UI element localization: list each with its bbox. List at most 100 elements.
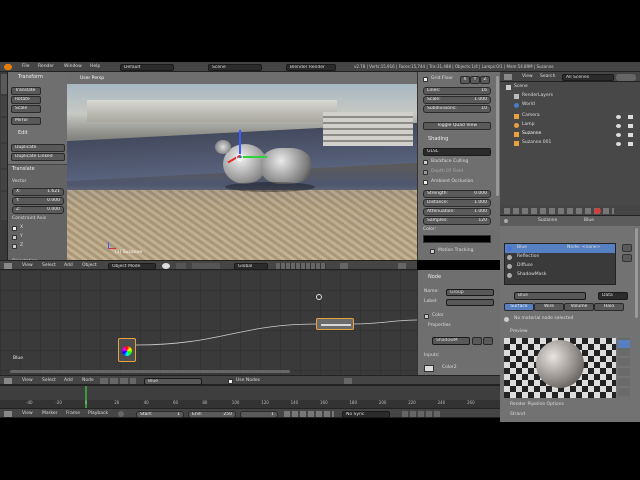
material-name-field[interactable]: Blue (514, 292, 586, 300)
material-link-dropdown[interactable]: Data (598, 292, 628, 300)
shading-mode-dropdown[interactable]: GLSL (423, 148, 491, 156)
pivot-icon[interactable] (176, 263, 186, 269)
motion-tracking-label[interactable]: Motion Tracking (438, 248, 473, 254)
viewport-menu-view[interactable]: View (22, 262, 33, 270)
ao-samples-field[interactable]: Samples: 120 (423, 217, 491, 225)
node-material-dropdown[interactable]: Blue (144, 378, 202, 385)
duplicate-button[interactable]: Duplicate (11, 144, 65, 152)
group-fake-user-button[interactable] (472, 337, 482, 345)
menu-window[interactable]: Window (64, 63, 82, 71)
outliner-row-suzanne-001[interactable]: Suzanne.001 (502, 140, 636, 148)
edit-header[interactable]: Edit (18, 129, 28, 137)
constraint-z-checkbox[interactable] (12, 244, 17, 249)
tab-tools[interactable] (1, 74, 7, 94)
grid-axis-y-button[interactable]: Y (470, 76, 480, 84)
current-frame-field[interactable]: 1 (240, 411, 278, 418)
material-slot-row[interactable]: Blue Node: <none> (505, 244, 615, 253)
outliner-row-camera[interactable]: Camera (502, 113, 636, 121)
gizmo-center-icon[interactable] (236, 154, 243, 161)
sync-dropdown[interactable]: No Sync (342, 411, 390, 418)
backface-culling-checkbox[interactable] (423, 160, 428, 165)
timeline-menu-marker[interactable]: Marker (42, 410, 58, 418)
grid-lines-field[interactable]: Lines: 16 (423, 87, 491, 95)
operator-header[interactable]: Translate (12, 165, 35, 173)
render-camera-icon[interactable] (628, 133, 633, 137)
preview-header[interactable]: Preview (510, 329, 528, 335)
node-label-field[interactable] (446, 299, 494, 306)
transform-header[interactable]: Transform (18, 73, 43, 81)
constraint-x-checkbox[interactable] (12, 226, 17, 231)
outliner-filter-dropdown[interactable]: All Scenes (562, 74, 614, 81)
ao-color-swatch[interactable] (423, 235, 491, 243)
outliner-row-world[interactable]: World (502, 102, 622, 110)
timeline-menu-frame[interactable]: Frame (66, 410, 80, 418)
pin-icon[interactable] (504, 219, 508, 223)
viewport-shading-icon[interactable] (162, 263, 170, 269)
node-color-checkbox[interactable] (424, 314, 429, 319)
render-camera-icon[interactable] (628, 115, 633, 119)
outliner-editor-icon[interactable] (504, 74, 512, 80)
manipulator-icon[interactable] (192, 263, 220, 269)
node-group-dropdown[interactable]: ShadowM (432, 337, 470, 345)
node-menu-select[interactable]: Select (42, 377, 56, 385)
suzanne-object[interactable] (215, 138, 325, 198)
keying-icons[interactable] (402, 411, 442, 417)
node-tree-type-icons[interactable] (100, 378, 136, 384)
node-editor[interactable]: Blue (0, 270, 417, 375)
tab-animation[interactable] (1, 144, 7, 168)
constraint-y-checkbox[interactable] (12, 235, 17, 240)
timeline-editor-icon[interactable] (4, 411, 12, 417)
ao-distance-field[interactable]: Distance: 1.000 (423, 199, 491, 207)
halo-tab[interactable]: Halo (594, 303, 624, 311)
outliner-row-suzanne[interactable]: Suzanne (502, 131, 636, 139)
material-slot-row[interactable]: Reflection (505, 253, 615, 262)
menu-render[interactable]: Render (38, 63, 54, 71)
tab-grease-pencil[interactable] (1, 192, 7, 220)
start-frame-field[interactable]: Start: 1 (136, 411, 184, 418)
group-unlink-button[interactable] (483, 337, 493, 345)
material-slot-row[interactable]: ShadowMask (505, 271, 615, 280)
node-panel-header[interactable]: Node (428, 273, 441, 281)
vector-z-field[interactable]: Z: 0.000 (12, 206, 64, 214)
grid-scale-field[interactable]: Scale: 1.000 (423, 96, 491, 104)
node-properties-header[interactable]: Properties (428, 323, 451, 329)
render-engine-dropdown[interactable]: Blender Render (286, 64, 336, 71)
toggle-quad-view-button[interactable]: Toggle Quad View (423, 122, 491, 130)
duplicate-linked-button[interactable]: Duplicate Linked (11, 153, 65, 161)
strand-header[interactable]: Strand (510, 412, 525, 418)
ao-strength-field[interactable]: Strength: 0.000 (423, 190, 491, 198)
ao-attenuation-field[interactable]: Attenuation: 1.000 (423, 208, 491, 216)
slot-add-button[interactable] (622, 244, 632, 252)
vector-y-field[interactable]: Y: 0.000 (12, 197, 64, 205)
render-preview-icon[interactable] (398, 263, 406, 269)
node-link[interactable] (0, 270, 417, 375)
n-panel-scrollbar[interactable] (496, 76, 499, 196)
node-menu-node[interactable]: Node (82, 377, 94, 385)
viewport-3d[interactable]: User Persp (1) Suzanne (67, 72, 417, 260)
end-frame-field[interactable]: End: 250 (188, 411, 236, 418)
preview-sphere-icon[interactable] (618, 340, 630, 348)
record-icon[interactable] (118, 411, 124, 417)
material-tab-icon[interactable] (594, 208, 601, 214)
transform-gizmo-y-axis[interactable] (239, 156, 267, 158)
timeline-menu-view[interactable]: View (22, 410, 33, 418)
menu-help[interactable]: Help (90, 63, 100, 71)
grid-floor-checkbox[interactable] (423, 77, 428, 82)
visibility-eye-icon[interactable] (616, 133, 621, 137)
mode-dropdown[interactable]: Object Mode (108, 263, 156, 270)
grid-subdivisions-field[interactable]: Subdivisions: 10 (423, 105, 491, 113)
rotate-button[interactable]: Rotate (11, 96, 41, 104)
outliner-search-field[interactable] (616, 74, 636, 81)
tab-physics[interactable] (1, 170, 7, 190)
snap-icon[interactable] (340, 263, 348, 269)
node-menu-view[interactable]: View (22, 377, 33, 385)
material-slot-row[interactable]: Diffuse (505, 262, 615, 271)
use-nodes-checkbox[interactable] (228, 379, 233, 384)
node-input-color-swatch[interactable] (424, 365, 434, 372)
properties-scrollbar[interactable] (635, 228, 638, 318)
outliner-menu-search[interactable]: Search (540, 73, 555, 81)
editor-type-icon[interactable] (4, 263, 12, 269)
node-editor-type-icon[interactable] (4, 378, 12, 384)
depth-of-field-checkbox[interactable] (423, 170, 428, 175)
layout-dropdown[interactable]: Default (120, 64, 174, 71)
